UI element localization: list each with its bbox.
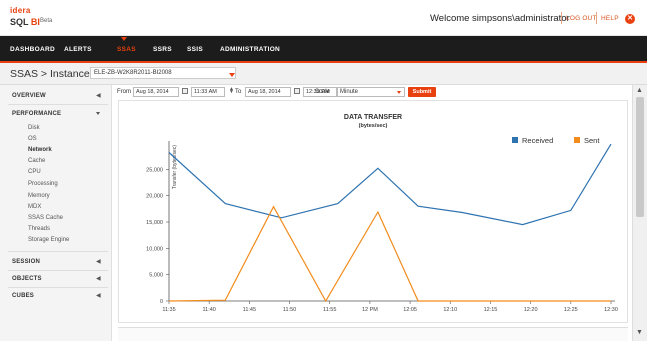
to-label: To <box>235 89 242 95</box>
page-title: SSAS > Instance - <box>10 68 97 80</box>
nav-ssrs[interactable]: SSRS <box>153 46 172 53</box>
product-prefix: SQL <box>10 17 31 27</box>
legend-sent-swatch <box>574 137 580 143</box>
to-date-field[interactable]: Aug 18, 2014 <box>245 87 291 97</box>
sidebar-divider <box>8 270 108 271</box>
sidebar-divider <box>8 104 108 105</box>
beta-label: Beta <box>40 18 53 24</box>
sidebar-item-mdx[interactable]: MDX <box>28 204 41 210</box>
x-tick-label: 11:40 <box>203 307 216 313</box>
x-tick-label: 12:20 <box>524 307 538 313</box>
sidebar-divider <box>8 287 108 288</box>
chevron-left-icon[interactable]: ◀ <box>96 275 101 282</box>
welcome-message: Welcome simpsons\administrator <box>430 13 570 24</box>
sidebar-section-overview[interactable]: OVERVIEW <box>12 93 46 99</box>
active-nav-indicator <box>121 37 127 41</box>
nav-dashboard[interactable]: DASHBOARD <box>10 46 55 53</box>
bottom-panel <box>118 327 628 341</box>
product-bi: BI <box>30 17 40 27</box>
submit-button[interactable]: Submit <box>408 87 436 97</box>
nav-administration[interactable]: ADMINISTRATION <box>220 46 280 53</box>
filter-row: From Aug 18, 2014 11:33 AM ▲ ▼ To Aug 18,… <box>112 85 632 100</box>
sidebar-item-memory[interactable]: Memory <box>28 193 50 199</box>
sent-series-line <box>168 205 611 303</box>
nav-alerts[interactable]: ALERTS <box>64 46 92 53</box>
data-transfer-chart: 0 5,000 10,000 15,000 20,000 25,000 11:35 11:40… <box>146 136 618 313</box>
y-axis-label: Transfer (bytes/sec) <box>172 145 178 190</box>
x-tick-label: 12:15 <box>484 307 498 313</box>
vertical-scrollbar[interactable]: ▲ ▼ <box>632 85 647 341</box>
received-series-line <box>168 143 612 226</box>
chevron-left-icon[interactable]: ◀ <box>96 292 101 299</box>
legend-received-label: Received <box>522 136 553 145</box>
logout-link[interactable]: LOG OUT <box>566 15 597 22</box>
sidebar-section-performance[interactable]: PERFORMANCE <box>12 111 61 117</box>
sidebar-item-storage-engine[interactable]: Storage Engine <box>28 237 69 243</box>
scale-value: Minute <box>340 89 359 95</box>
x-tick-label: 12:25 <box>564 307 578 313</box>
sidebar: OVERVIEW ◀ PERFORMANCE Disk OS Network C… <box>0 85 112 341</box>
from-date-field[interactable]: Aug 18, 2014 <box>133 87 179 97</box>
nav-ssas[interactable]: SSAS <box>117 46 136 53</box>
instance-select[interactable]: ELE-ZB-W2K8R2011-BI2008 <box>90 67 236 79</box>
nav-ssis[interactable]: SSIS <box>187 46 203 53</box>
chevron-down-icon[interactable] <box>96 112 100 115</box>
x-tick-label: 11:50 <box>283 307 296 313</box>
calendar-icon[interactable] <box>294 88 300 94</box>
sidebar-item-threads[interactable]: Threads <box>28 226 50 232</box>
product-name: SQL BI <box>10 17 40 27</box>
time-spinner-icon[interactable]: ▲▼ <box>229 87 234 95</box>
sidebar-item-disk[interactable]: Disk <box>28 125 40 131</box>
from-time-field[interactable]: 11:33 AM <box>191 87 225 97</box>
sidebar-divider <box>8 251 108 252</box>
scroll-thumb[interactable] <box>636 97 644 217</box>
y-tick-label: 10,000 <box>146 246 163 252</box>
scroll-up-icon[interactable]: ▲ <box>636 87 643 94</box>
chevron-left-icon[interactable]: ◀ <box>96 258 101 265</box>
x-tick-label: 12:30 <box>604 307 618 313</box>
breadcrumb: SSAS > Instance - ELE-ZB-W2K8R2011-BI200… <box>0 63 647 85</box>
chevron-left-icon[interactable]: ◀ <box>96 92 101 99</box>
scroll-down-icon[interactable]: ▼ <box>636 329 643 336</box>
calendar-icon[interactable] <box>182 88 188 94</box>
scale-label: Scale <box>315 89 331 95</box>
x-tick-label: 12:05 <box>403 307 417 313</box>
sidebar-section-cubes[interactable]: CUBES <box>12 293 34 299</box>
sidebar-section-session[interactable]: SESSION <box>12 259 40 265</box>
header-separator <box>596 12 597 24</box>
brand-name: idera <box>10 6 31 15</box>
sidebar-item-network[interactable]: Network <box>28 147 52 153</box>
close-icon[interactable]: ✕ <box>625 14 635 24</box>
y-tick-label: 5,000 <box>149 273 163 279</box>
from-label: From <box>117 89 131 95</box>
x-tick-label: 11:55 <box>323 307 336 313</box>
sidebar-section-objects[interactable]: OBJECTS <box>12 276 42 282</box>
sidebar-item-ssas-cache[interactable]: SSAS Cache <box>28 215 63 221</box>
sidebar-item-os[interactable]: OS <box>28 136 37 142</box>
sidebar-item-cache[interactable]: Cache <box>28 158 45 164</box>
legend-received-swatch <box>512 137 518 143</box>
sidebar-item-cpu[interactable]: CPU <box>28 169 41 175</box>
y-tick-label: 20,000 <box>146 194 163 200</box>
header-separator <box>561 12 562 24</box>
x-tick-label: 11:35 <box>162 307 175 313</box>
product-logo: idera SQL BI Beta <box>10 6 70 32</box>
top-header: idera SQL BI Beta Welcome simpsons\admin… <box>0 0 647 36</box>
help-link[interactable]: HELP <box>601 15 619 22</box>
y-tick-label: 15,000 <box>146 220 163 226</box>
x-tick-label: 11:45 <box>243 307 256 313</box>
x-tick-label: 12 PM <box>362 307 378 313</box>
x-tick-label: 12:10 <box>443 307 457 313</box>
legend-sent-label: Sent <box>584 136 600 145</box>
y-tick-label: 0 <box>160 299 163 305</box>
y-tick-label: 25,000 <box>146 167 163 173</box>
chevron-down-icon[interactable] <box>229 73 235 77</box>
chevron-down-icon[interactable] <box>397 91 401 94</box>
chart-panel: DATA TRANSFER (bytes/sec) 0 5,000 10,000 15… <box>118 100 628 323</box>
sidebar-item-processing[interactable]: Processing <box>28 181 58 187</box>
main-nav: DASHBOARD ALERTS SSAS SSRS SSIS ADMINIST… <box>0 36 647 63</box>
